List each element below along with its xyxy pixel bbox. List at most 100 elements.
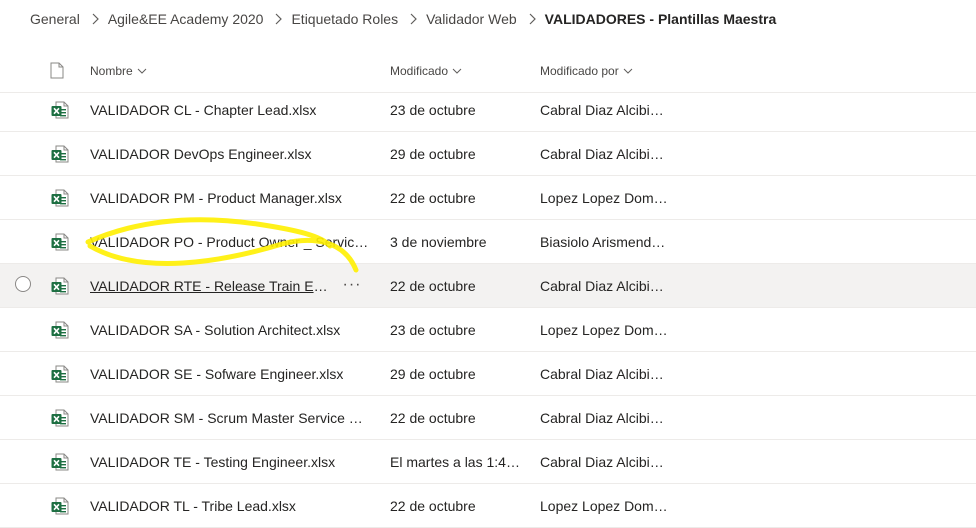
file-name[interactable]: VALIDADOR RTE - Release Train Engin... <box>90 278 330 294</box>
file-row[interactable]: VALIDADOR PM - Product Manager.xlsx 22 de… <box>0 176 976 220</box>
file-row[interactable]: VALIDADOR CL - Chapter Lead.xlsx 23 de oc… <box>0 88 976 132</box>
modified-by-cell: Lopez Lopez Domi... <box>540 176 670 219</box>
file-name-cell[interactable]: VALIDADOR RTE - Release Train Engin... <box>90 264 330 307</box>
modified-date: 29 de octubre <box>390 145 476 162</box>
file-name-cell[interactable]: VALIDADOR SM - Scrum Master Service Del.… <box>90 396 370 439</box>
chevron-right-icon <box>528 13 536 25</box>
modified-cell: 22 de octubre <box>390 396 525 439</box>
excel-file-icon <box>51 264 69 307</box>
file-name[interactable]: VALIDADOR SM - Scrum Master Service Del.… <box>90 410 370 426</box>
modified-by-name: Cabral Diaz Alcibia... <box>540 409 668 426</box>
column-header-modified[interactable]: Modificado <box>390 49 462 92</box>
column-header-row: Nombre Modificado Modificado por <box>0 49 976 93</box>
modified-date: 23 de octubre <box>390 101 476 118</box>
excel-file-icon <box>51 352 69 395</box>
modified-date: El martes a las 1:48... <box>390 453 520 470</box>
file-type-icon[interactable] <box>50 49 64 92</box>
chevron-right-icon <box>91 13 99 25</box>
modified-cell: 29 de octubre <box>390 132 525 175</box>
breadcrumb-item-etiquetado[interactable]: Etiquetado Roles <box>291 11 398 27</box>
modified-by-name: Cabral Diaz Alcibia... <box>540 277 668 294</box>
file-row[interactable]: VALIDADOR SE - Sofware Engineer.xlsx 29 d… <box>0 352 976 396</box>
more-actions-button[interactable]: ··· <box>340 274 364 296</box>
modified-by-cell: Cabral Diaz Alcibia... <box>540 88 670 131</box>
column-header-name[interactable]: Nombre <box>90 49 147 92</box>
modified-date: 22 de octubre <box>390 277 476 294</box>
modified-by-name: Lopez Lopez Domi... <box>540 321 668 338</box>
modified-date: 23 de octubre <box>390 321 476 338</box>
modified-cell: 22 de octubre <box>390 484 525 527</box>
file-name-cell[interactable]: VALIDADOR SE - Sofware Engineer.xlsx <box>90 352 370 395</box>
excel-file-icon <box>51 484 69 527</box>
modified-date: 22 de octubre <box>390 409 476 426</box>
chevron-down-icon <box>137 68 147 74</box>
file-name-cell[interactable]: VALIDADOR TL - Tribe Lead.xlsx <box>90 484 370 527</box>
file-name[interactable]: VALIDADOR PM - Product Manager.xlsx <box>90 190 342 206</box>
excel-file-icon <box>51 308 69 351</box>
modified-cell: 29 de octubre <box>390 352 525 395</box>
file-name[interactable]: VALIDADOR TL - Tribe Lead.xlsx <box>90 498 296 514</box>
chevron-down-icon <box>452 68 462 74</box>
excel-file-icon <box>51 220 69 263</box>
file-row[interactable]: VALIDADOR DevOps Engineer.xlsx 29 de octu… <box>0 132 976 176</box>
modified-by-cell: Cabral Diaz Alcibia... <box>540 132 670 175</box>
file-name[interactable]: VALIDADOR DevOps Engineer.xlsx <box>90 146 312 162</box>
excel-file-icon <box>51 132 69 175</box>
file-row[interactable]: VALIDADOR RTE - Release Train Engin... ··… <box>0 264 976 308</box>
chevron-right-icon <box>274 13 283 25</box>
modified-cell: 22 de octubre <box>390 176 525 219</box>
modified-by-name: Lopez Lopez Domi... <box>540 497 668 514</box>
modified-by-cell: Cabral Diaz Alcibia... <box>540 396 670 439</box>
file-name[interactable]: VALIDADOR TE - Testing Engineer.xlsx <box>90 454 335 470</box>
excel-file-icon <box>51 176 69 219</box>
row-select-radio[interactable] <box>15 276 31 292</box>
modified-date: 22 de octubre <box>390 497 476 514</box>
file-row[interactable]: VALIDADOR TE - Testing Engineer.xlsx El m… <box>0 440 976 484</box>
modified-by-name: Cabral Diaz Alcibia... <box>540 145 668 162</box>
column-header-modified-by-label: Modificado por <box>540 63 619 78</box>
breadcrumb-current-folder: VALIDADORES - Plantillas Maestra <box>544 10 777 27</box>
modified-by-name: Cabral Diaz Alcibia... <box>540 365 668 382</box>
modified-cell: 22 de octubre <box>390 264 525 307</box>
modified-date: 29 de octubre <box>390 365 476 382</box>
file-name-cell[interactable]: VALIDADOR SA - Solution Architect.xlsx <box>90 308 370 351</box>
modified-by-cell: Cabral Diaz Alcibia... <box>540 440 670 483</box>
breadcrumb-item-academy[interactable]: Agile&EE Academy 2020 <box>108 11 264 27</box>
file-row[interactable]: VALIDADOR SM - Scrum Master Service Del.… <box>0 396 976 440</box>
modified-by-cell: Lopez Lopez Domi... <box>540 308 670 351</box>
file-row[interactable]: VALIDADOR SA - Solution Architect.xlsx 23… <box>0 308 976 352</box>
file-name[interactable]: VALIDADOR SA - Solution Architect.xlsx <box>90 322 340 338</box>
modified-cell: El martes a las 1:48... <box>390 440 525 483</box>
modified-by-cell: Cabral Diaz Alcibia... <box>540 264 670 307</box>
breadcrumb: General Agile&EE Academy 2020 Etiquetado… <box>30 0 776 37</box>
file-name-cell[interactable]: VALIDADOR CL - Chapter Lead.xlsx <box>90 88 370 131</box>
file-name[interactable]: VALIDADOR SE - Sofware Engineer.xlsx <box>90 366 343 382</box>
modified-by-name: Lopez Lopez Domi... <box>540 189 668 206</box>
file-name-cell[interactable]: VALIDADOR PO - Product Owner _ Service .… <box>90 220 370 263</box>
file-name[interactable]: VALIDADOR CL - Chapter Lead.xlsx <box>90 102 316 118</box>
file-name-cell[interactable]: VALIDADOR TE - Testing Engineer.xlsx <box>90 440 370 483</box>
modified-by-name: Biasiolo Arismendi ... <box>540 233 668 250</box>
modified-cell: 3 de noviembre <box>390 220 525 263</box>
file-name-cell[interactable]: VALIDADOR DevOps Engineer.xlsx <box>90 132 370 175</box>
modified-cell: 23 de octubre <box>390 88 525 131</box>
modified-by-cell: Lopez Lopez Domi... <box>540 484 670 527</box>
modified-by-name: Cabral Diaz Alcibia... <box>540 453 668 470</box>
column-header-modified-by[interactable]: Modificado por <box>540 49 633 92</box>
column-header-modified-label: Modificado <box>390 63 449 78</box>
column-header-name-label: Nombre <box>90 63 133 78</box>
breadcrumb-item-general[interactable]: General <box>30 11 80 27</box>
breadcrumb-item-validador-web[interactable]: Validador Web <box>426 11 517 27</box>
chevron-right-icon <box>409 13 417 25</box>
file-name[interactable]: VALIDADOR PO - Product Owner _ Service .… <box>90 234 370 250</box>
excel-file-icon <box>51 440 69 483</box>
file-list: VALIDADOR CL - Chapter Lead.xlsx 23 de oc… <box>0 88 976 528</box>
file-name-cell[interactable]: VALIDADOR PM - Product Manager.xlsx <box>90 176 370 219</box>
file-row[interactable]: VALIDADOR TL - Tribe Lead.xlsx 22 de octu… <box>0 484 976 528</box>
modified-cell: 23 de octubre <box>390 308 525 351</box>
excel-file-icon <box>51 88 69 131</box>
excel-file-icon <box>51 396 69 439</box>
modified-date: 22 de octubre <box>390 189 476 206</box>
modified-by-cell: Biasiolo Arismendi ... <box>540 220 670 263</box>
file-row[interactable]: VALIDADOR PO - Product Owner _ Service .… <box>0 220 976 264</box>
